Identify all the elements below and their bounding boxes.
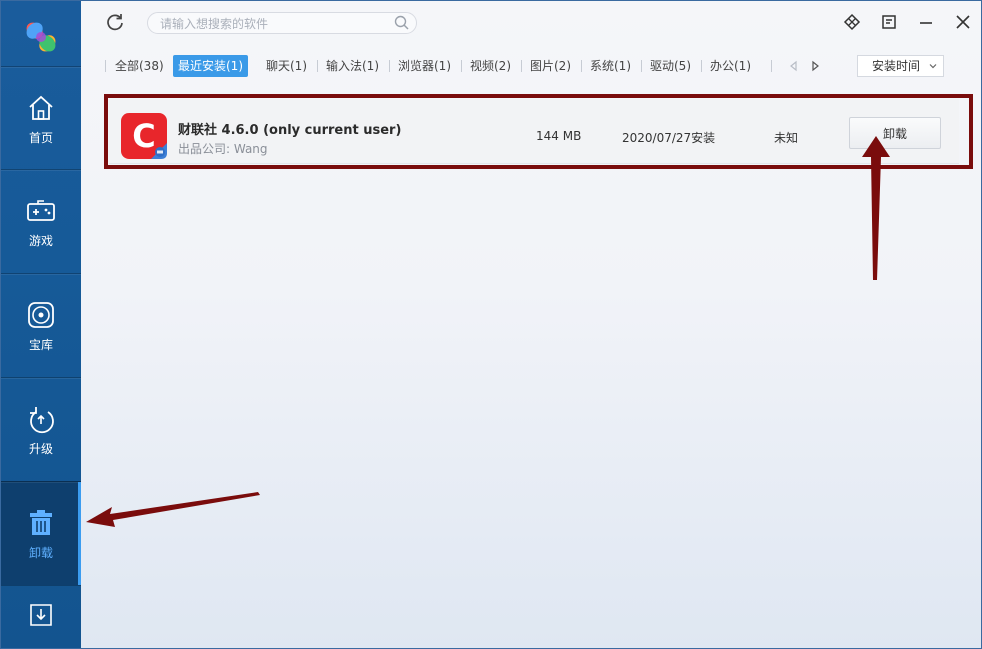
chevron-down-icon — [929, 64, 937, 69]
upgrade-icon — [30, 407, 54, 434]
refresh-icon[interactable] — [105, 12, 125, 32]
top-bar — [81, 1, 981, 45]
sidebar: 首页 游戏 宝库 升级 卸载 — [1, 1, 81, 648]
tab-divider — [389, 60, 390, 72]
tab-divider — [771, 60, 772, 72]
sidebar-item-treasury[interactable]: 宝库 — [1, 273, 81, 377]
search-box — [147, 12, 417, 34]
sidebar-item-label: 游戏 — [28, 234, 53, 248]
sidebar-item-label: 升级 — [28, 442, 53, 456]
main-panel: 全部(38) 最近安装(1) 聊天(1) 输入法(1) 浏览器(1) 视频(2)… — [81, 1, 981, 648]
app-window: 首页 游戏 宝库 升级 卸载 请输入想搜索的软件 全部(38) 最近安装(1) … — [0, 0, 982, 649]
settings-menu-icon[interactable] — [880, 13, 898, 31]
tab-system[interactable]: 系统(1) — [585, 55, 636, 77]
sort-dropdown[interactable]: 安装时间 — [857, 55, 944, 77]
tabs-prev-icon[interactable] — [787, 59, 801, 73]
sidebar-item-games[interactable]: 游戏 — [1, 169, 81, 273]
tabs-next-icon[interactable] — [808, 59, 822, 73]
home-icon — [29, 95, 53, 120]
tab-recent[interactable]: 最近安装(1) — [173, 55, 248, 77]
tab-pictures[interactable]: 图片(2) — [525, 55, 576, 77]
tab-office[interactable]: 办公(1) — [705, 55, 756, 77]
sidebar-item-label: 首页 — [28, 131, 53, 145]
tab-all[interactable]: 全部(38) — [110, 55, 169, 77]
tab-divider — [641, 60, 642, 72]
disc-icon — [28, 302, 54, 328]
tab-video[interactable]: 视频(2) — [465, 55, 516, 77]
search-input[interactable] — [158, 14, 382, 33]
highlight-box — [104, 94, 973, 169]
category-tabs: 全部(38) 最近安装(1) 聊天(1) 输入法(1) 浏览器(1) 视频(2)… — [105, 55, 865, 77]
skin-icon[interactable] — [843, 13, 861, 31]
tab-browser[interactable]: 浏览器(1) — [393, 55, 456, 77]
app-logo-icon[interactable] — [23, 19, 59, 55]
minimize-icon[interactable] — [917, 13, 935, 31]
sidebar-item-uninstall[interactable]: 卸载 — [1, 481, 81, 585]
trash-icon — [30, 510, 52, 535]
tab-divider — [581, 60, 582, 72]
sidebar-item-label: 卸载 — [28, 546, 53, 560]
sidebar-item-label: 宝库 — [28, 338, 53, 352]
sidebar-item-upgrade[interactable]: 升级 — [1, 377, 81, 481]
tab-drivers[interactable]: 驱动(5) — [645, 55, 696, 77]
sidebar-item-home[interactable]: 首页 — [1, 66, 81, 170]
sidebar-item-download[interactable] — [1, 585, 81, 649]
tab-chat[interactable]: 聊天(1) — [261, 55, 312, 77]
tab-divider — [317, 60, 318, 72]
close-icon[interactable] — [954, 13, 972, 31]
tab-divider — [105, 60, 106, 72]
gamepad-icon — [27, 200, 55, 221]
tab-divider — [461, 60, 462, 72]
sort-label: 安装时间 — [872, 59, 921, 73]
tab-input-method[interactable]: 输入法(1) — [321, 55, 384, 77]
tab-divider — [521, 60, 522, 72]
search-icon[interactable] — [394, 15, 409, 30]
tab-divider — [701, 60, 702, 72]
download-icon — [30, 604, 52, 626]
